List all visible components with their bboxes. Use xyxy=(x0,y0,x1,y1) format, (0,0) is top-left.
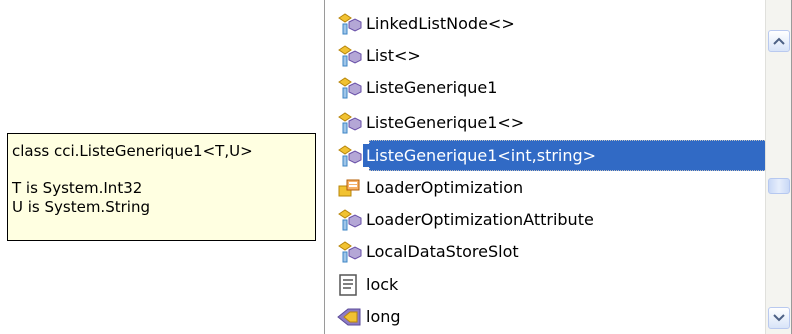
vertical-scrollbar[interactable] xyxy=(765,0,791,334)
class-icon xyxy=(338,144,362,166)
parameter-info-tooltip: class cci.ListeGenerique1<T,U> T is Syst… xyxy=(7,133,316,241)
class-icon xyxy=(338,76,362,98)
intellisense-completion-list[interactable]: LinkedListNode<> List<> ListeGenerique1 xyxy=(324,0,792,334)
keyword-icon xyxy=(337,308,361,325)
list-item-label: LoaderOptimization xyxy=(366,178,524,197)
list-item-label: ListeGenerique1<> xyxy=(366,113,525,132)
list-item[interactable]: ListeGenerique1<> xyxy=(329,107,765,138)
chevron-down-icon xyxy=(773,314,785,322)
tooltip-type-param-u: U is System.String xyxy=(12,198,150,216)
list-item[interactable]: LocalDataStoreSlot xyxy=(329,236,765,267)
list-item-label: ListeGenerique1<int,string> xyxy=(363,144,600,167)
list-item-label: LocalDataStoreSlot xyxy=(366,242,519,261)
list-item[interactable]: LoaderOptimizationAttribute xyxy=(329,204,765,235)
list-item-selected[interactable]: ListeGenerique1<int,string> xyxy=(329,140,769,171)
list-item-label: long xyxy=(366,307,401,326)
scroll-thumb[interactable] xyxy=(768,178,790,194)
scroll-up-button[interactable] xyxy=(768,30,790,52)
list-item-label: ListeGenerique1 xyxy=(366,78,498,97)
class-icon xyxy=(338,208,362,230)
list-item[interactable]: ListeGenerique1 xyxy=(329,72,765,103)
list-item[interactable]: LinkedListNode<> xyxy=(329,8,765,39)
list-item-label: lock xyxy=(366,275,399,294)
list-item-label: LinkedListNode<> xyxy=(366,14,515,33)
tooltip-type-param-t: T is System.Int32 xyxy=(12,179,143,197)
list-item[interactable]: lock xyxy=(329,269,765,300)
list-item[interactable]: LoaderOptimization xyxy=(329,172,765,203)
chevron-up-icon xyxy=(773,37,785,45)
list-item[interactable]: List<> xyxy=(329,40,765,71)
completion-items: LinkedListNode<> List<> ListeGenerique1 xyxy=(325,0,769,334)
class-icon xyxy=(338,111,362,133)
tooltip-signature: class cci.ListeGenerique1<T,U> xyxy=(12,142,253,160)
list-item[interactable]: long xyxy=(329,301,765,332)
class-icon xyxy=(338,12,362,34)
class-icon xyxy=(338,240,362,262)
scroll-down-button[interactable] xyxy=(768,307,790,329)
list-item-label: LoaderOptimizationAttribute xyxy=(366,210,594,229)
snippet-icon xyxy=(339,273,357,296)
list-item-label: List<> xyxy=(366,46,421,65)
enum-icon xyxy=(338,179,360,196)
class-icon xyxy=(338,44,362,66)
